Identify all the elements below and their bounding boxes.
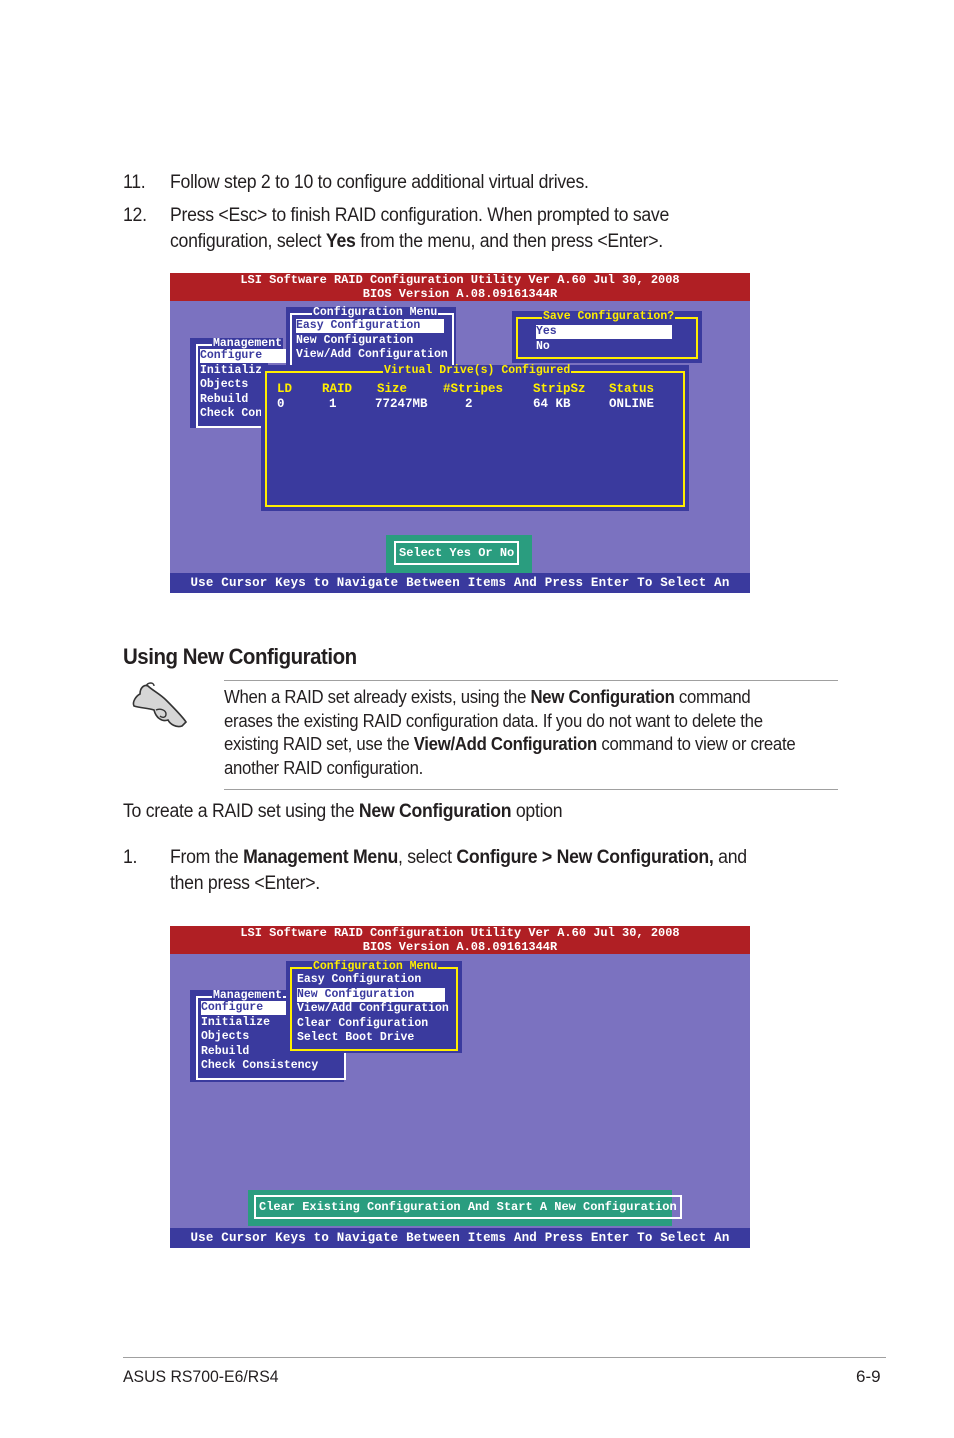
save-dialog-caption: Save Configuration? (542, 310, 676, 323)
text-line: From the Management Menu, select Configu… (170, 847, 747, 868)
virtual-drives-panel: Virtual Drive(s) Configured LD RAID Size #S… (261, 365, 689, 511)
dialog-option-no[interactable]: No (536, 340, 550, 354)
text-line: Press <Esc> to finish RAID configuration… (170, 205, 670, 226)
bios-footer-help: Use Cursor Keys to Navigate Between Item… (170, 1228, 750, 1248)
text-line: To create a RAID set using the New Confi… (123, 801, 563, 822)
page-number: 6-9 (856, 1367, 881, 1386)
text-line: another RAID configuration. (224, 757, 424, 778)
column-header: StripSz (533, 382, 586, 396)
virtual-drives-caption: Virtual Drive(s) Configured (383, 364, 572, 377)
bios-version: BIOS Version A.08.09161344R (362, 287, 558, 301)
bios-title-bar: LSI Software RAID Configuration Utility … (170, 926, 750, 954)
utility-title: LSI Software RAID Configuration Utility … (240, 926, 680, 940)
step-12-number: 12. (123, 205, 147, 226)
save-configuration-dialog: Save Configuration? Yes No (512, 311, 702, 363)
configuration-menu-caption: Configuration Menu (312, 960, 439, 973)
menu-item-select-boot-drive[interactable]: Select Boot Drive (297, 1031, 414, 1045)
management-menu: Management Configure Initializ Objects Rebu… (190, 338, 286, 428)
menu-item-view-add-configuration[interactable]: View/Add Configuration (296, 348, 448, 362)
step-1-number: 1. (123, 847, 138, 868)
pointing-hand-icon (126, 680, 188, 730)
bios-screenshot-save-configuration: LSI Software RAID Configuration Utility … (170, 273, 750, 593)
table-cell: 1 (329, 397, 337, 411)
configuration-menu-caption: Configuration Menu (312, 306, 439, 319)
menu-item-rebuild[interactable]: Rebuild (201, 1045, 249, 1059)
configuration-menu: Configuration Menu Easy Configuration New… (286, 306, 456, 367)
text-line: then press <Enter>. (170, 873, 320, 894)
menu-item-objects[interactable]: Objects (200, 378, 248, 392)
hint-box: Clear Existing Configuration And Start A… (248, 1190, 682, 1226)
menu-item-clear-configuration[interactable]: Clear Configuration (297, 1017, 428, 1031)
hint-text: Select Yes Or No (394, 541, 520, 565)
page-footer-divider (123, 1357, 886, 1358)
text-line: Follow step 2 to 10 to configure additio… (170, 172, 589, 193)
table-cell: 0 (277, 397, 285, 411)
step-12-text: Press <Esc> to finish RAID configuration… (170, 203, 669, 255)
menu-item-initializ[interactable]: Initializ (200, 364, 262, 378)
step-11-text: Follow step 2 to 10 to configure additio… (170, 170, 589, 196)
bios-footer-help: Use Cursor Keys to Navigate Between Item… (170, 573, 750, 593)
text-line: existing RAID set, use the View/Add Conf… (224, 734, 796, 754)
table-cell: 64 KB (533, 397, 571, 411)
bios-screenshot-new-configuration: LSI Software RAID Configuration Utility … (170, 926, 750, 1248)
bios-version: BIOS Version A.08.09161344R (362, 940, 558, 954)
intro-line: To create a RAID set using the New Confi… (123, 799, 563, 825)
menu-item-check-consistency[interactable]: Check Consistency (201, 1059, 318, 1073)
configuration-menu: Configuration Menu Easy Configuration New… (286, 961, 462, 1053)
step-11-number: 11. (123, 172, 146, 193)
note-text: When a RAID set already exists, using th… (224, 686, 796, 780)
table-cell: 2 (465, 397, 473, 411)
column-header: Status (609, 382, 655, 396)
table-cell: 77247MB (375, 397, 428, 411)
menu-item-easy-configuration[interactable]: Easy Configuration (297, 973, 421, 987)
menu-item-objects[interactable]: Objects (201, 1030, 249, 1044)
hint-text: Clear Existing Configuration And Start A… (254, 1195, 682, 1219)
section-heading: Using New Configuration (123, 644, 357, 669)
menu-item-configure[interactable]: Configure (200, 349, 286, 363)
note-top-divider (224, 680, 838, 681)
text-line: configuration, select Yes from the menu,… (170, 231, 663, 252)
menu-item-configure[interactable]: Configure (201, 1001, 287, 1015)
menu-item-view-add-configuration[interactable]: View/Add Configuration (297, 1002, 449, 1016)
hint-box: Select Yes Or No (386, 535, 532, 573)
menu-item-check-con[interactable]: Check Con (200, 407, 262, 421)
menu-item-new-configuration[interactable]: New Configuration (297, 987, 445, 1002)
note-bottom-divider (224, 789, 838, 790)
column-header: RAID (322, 382, 353, 396)
menu-item-initialize[interactable]: Initialize (201, 1016, 270, 1030)
column-header: #Stripes (443, 382, 504, 396)
bios-title-bar: LSI Software RAID Configuration Utility … (170, 273, 750, 301)
menu-item-easy-configuration[interactable]: Easy Configuration (296, 319, 444, 333)
utility-title: LSI Software RAID Configuration Utility … (240, 273, 680, 287)
page-footer-model: ASUS RS700-E6/RS4 (123, 1367, 279, 1386)
menu-item-new-configuration[interactable]: New Configuration (296, 334, 413, 348)
table-cell: ONLINE (609, 397, 655, 411)
dialog-option-yes[interactable]: Yes (536, 325, 672, 339)
menu-item-rebuild[interactable]: Rebuild (200, 393, 248, 407)
text-line: erases the existing RAID configuration d… (224, 710, 763, 731)
text-line: When a RAID set already exists, using th… (224, 687, 751, 707)
step-1-text: From the Management Menu, select Configu… (170, 845, 747, 897)
column-header: Size (377, 382, 408, 396)
column-header: LD (277, 382, 293, 396)
